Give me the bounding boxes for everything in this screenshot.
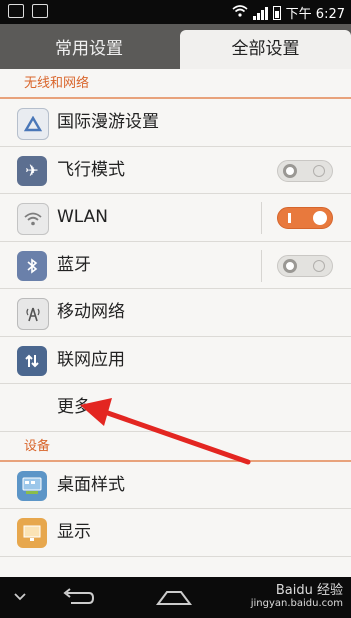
airplane-icon: ✈	[17, 155, 47, 186]
settings-item-desktop-style[interactable]: 桌面样式	[0, 462, 351, 509]
settings-item-label: 国际漫游设置	[57, 112, 159, 132]
network-apps-icon	[17, 345, 47, 376]
settings-item-network-apps[interactable]: 联网应用	[0, 337, 351, 384]
watermark-url: jingyan.baidu.com	[250, 598, 343, 609]
settings-item-label: 桌面样式	[57, 474, 125, 495]
bluetooth-icon	[17, 250, 47, 281]
tab-all-settings[interactable]: 全部设置	[180, 30, 351, 69]
settings-item-display[interactable]: 显示	[0, 509, 351, 557]
settings-item-international-roaming[interactable]: 国际漫游设置	[0, 99, 351, 147]
toggle-divider	[261, 202, 262, 234]
settings-item-label: 显示	[57, 522, 91, 542]
baidu-jingyan-watermark: Baidu 经验 jingyan.baidu.com	[251, 579, 343, 609]
settings-item-label: 飞行模式	[57, 159, 125, 180]
status-time: 下午 6:27	[285, 7, 345, 22]
settings-item-label: WLAN	[57, 207, 109, 227]
wlan-toggle[interactable]	[277, 207, 333, 229]
bluetooth-toggle[interactable]	[277, 254, 333, 277]
chat-icon	[8, 4, 24, 18]
home-button[interactable]	[153, 583, 195, 611]
settings-item-label: 蓝牙	[57, 254, 91, 275]
display-icon	[17, 518, 47, 548]
settings-item-more[interactable]: 更多	[0, 384, 351, 432]
mobile-network-icon	[17, 298, 49, 330]
toggle-off-indicator	[313, 259, 325, 272]
battery-icon	[272, 5, 281, 20]
settings-list: 无线和网络 国际漫游设置 ✈ 飞行模式 WLAN 蓝牙 移动网络 联网应用 更多…	[0, 69, 351, 577]
settings-item-label: 更多	[57, 397, 91, 417]
toggle-off-indicator	[313, 164, 325, 177]
settings-item-airplane-mode[interactable]: ✈ 飞行模式	[0, 147, 351, 194]
image-icon	[32, 4, 48, 18]
wifi-icon	[17, 203, 49, 235]
chevron-down-icon[interactable]	[8, 583, 32, 611]
airplane-mode-toggle[interactable]	[277, 159, 333, 182]
wifi-icon	[232, 4, 248, 21]
watermark-text: Baidu 经验	[275, 583, 343, 598]
settings-item-wlan[interactable]: WLAN	[0, 194, 351, 242]
settings-item-label: 移动网络	[57, 302, 125, 322]
toggle-knob	[283, 258, 297, 273]
back-button[interactable]	[58, 583, 98, 611]
status-bar: 下午 6:27	[0, 0, 351, 24]
tab-common-settings[interactable]: 常用设置	[0, 30, 178, 69]
international-roaming-icon	[17, 108, 49, 140]
settings-item-mobile-network[interactable]: 移动网络	[0, 289, 351, 337]
toggle-knob	[283, 163, 297, 178]
section-header-device: 设备	[0, 432, 351, 462]
navigation-bar: Baidu 经验 jingyan.baidu.com	[0, 577, 351, 618]
signal-icon	[252, 6, 268, 20]
settings-tabs: 常用设置 全部设置	[0, 24, 351, 69]
toggle-knob	[313, 211, 327, 225]
toggle-on-indicator	[288, 213, 291, 223]
desktop-style-icon	[17, 470, 47, 501]
settings-item-bluetooth[interactable]: 蓝牙	[0, 242, 351, 289]
settings-item-label: 联网应用	[57, 349, 125, 370]
section-header-wireless: 无线和网络	[0, 69, 351, 99]
toggle-divider	[261, 249, 262, 282]
